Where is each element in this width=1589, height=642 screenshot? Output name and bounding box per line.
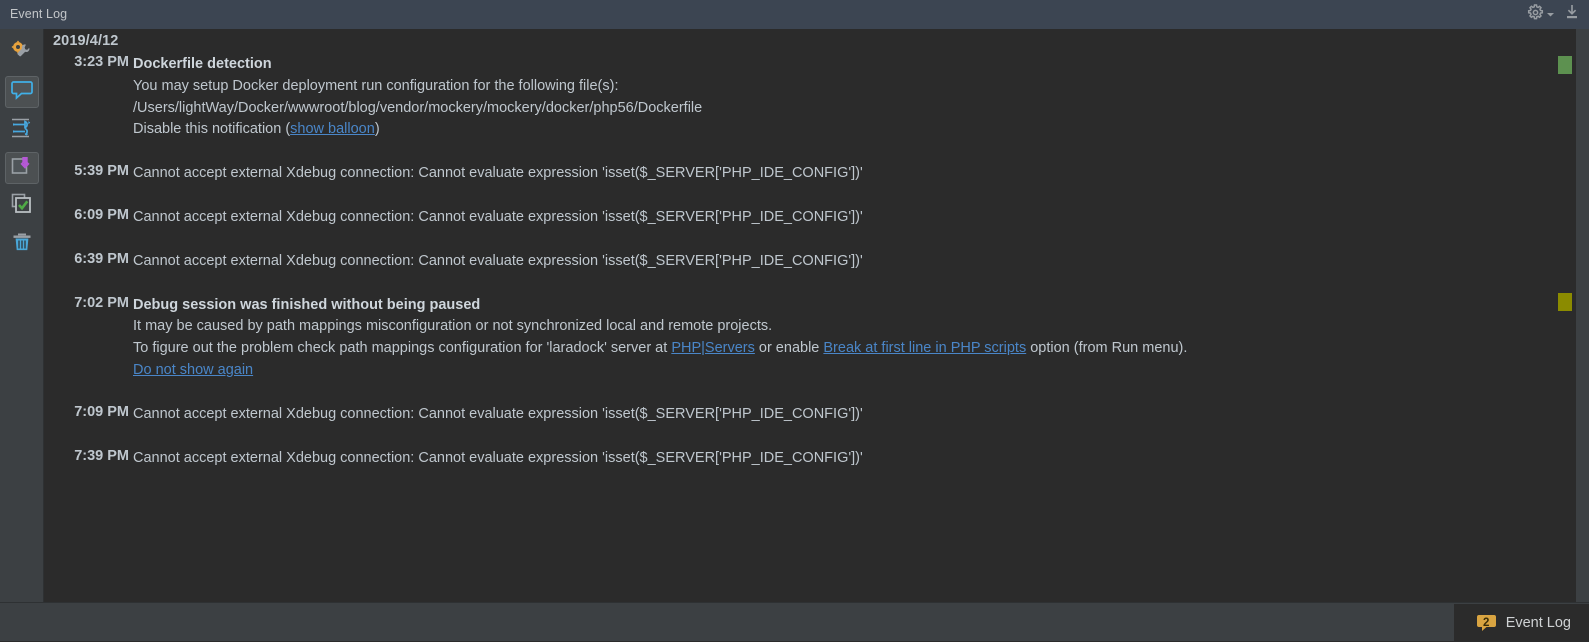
- log-date-header: 2019/4/12: [53, 33, 119, 49]
- settings-gear-button[interactable]: [1527, 3, 1555, 26]
- log-entry-link[interactable]: Do not show again: [133, 362, 253, 378]
- event-log-list[interactable]: 2019/4/12 3:23 PM Dockerfile detection You…: [45, 29, 1534, 602]
- toolstrip-item-mark-read[interactable]: [5, 190, 39, 222]
- log-entry-line: You may setup Docker deployment run conf…: [133, 76, 1528, 98]
- log-entry-timestamp: 7:09 PM: [74, 403, 129, 420]
- toolstrip: [0, 29, 44, 602]
- log-entry-line: Cannot accept external Xdebug connection…: [133, 448, 1528, 470]
- marker-gutter[interactable]: [1534, 29, 1576, 602]
- statusbar-event-log-widget[interactable]: 2 Event Log: [1453, 604, 1589, 642]
- titlebar-actions: [1527, 0, 1581, 29]
- log-entry-title: Debug session was finished without being…: [133, 296, 481, 313]
- collapse-down-arrow-icon: [11, 155, 33, 182]
- log-entry-text: Cannot accept external Xdebug connection…: [133, 252, 863, 269]
- vertical-scrollbar[interactable]: [1576, 29, 1589, 602]
- log-entry-timestamp: 5:39 PM: [74, 163, 129, 180]
- log-entry-line: Cannot accept external Xdebug connection…: [133, 207, 1528, 229]
- log-entry-timestamp: 6:09 PM: [74, 207, 129, 223]
- event-log-tool-window: Event Log 2019/4/12 3:23 PM Dockerfile d…: [0, 0, 1589, 642]
- log-entry-line: To figure out the problem check path map…: [133, 338, 1528, 360]
- event-log-balloon-badge: 2: [1476, 613, 1497, 634]
- log-entry-body: Cannot accept external Xdebug connection…: [133, 404, 1528, 426]
- log-entry-text: You may setup Docker deployment run conf…: [133, 77, 619, 94]
- log-entry-line: Cannot accept external Xdebug connection…: [133, 404, 1528, 426]
- log-entry-text: Cannot accept external Xdebug connection…: [133, 405, 863, 422]
- marker-info[interactable]: [1558, 56, 1572, 74]
- log-entry-line: Do not show again: [133, 360, 1528, 382]
- toolstrip-item-settings[interactable]: [5, 37, 39, 69]
- toolstrip-item-show-balloons[interactable]: [5, 76, 39, 108]
- log-entry-timestamp: 6:39 PM: [74, 250, 129, 267]
- checkbox-check-icon: [11, 193, 33, 220]
- statusbar-event-log-label: Event Log: [1505, 615, 1571, 631]
- log-entry-text: Cannot accept external Xdebug connection…: [133, 449, 863, 466]
- log-entry-timestamp: 3:23 PM: [74, 54, 129, 70]
- log-entry-body: Cannot accept external Xdebug connection…: [133, 163, 1528, 185]
- log-entry-text: option (from Run menu).: [1026, 340, 1188, 357]
- log-entry-text: /Users/lightWay/Docker/wwwroot/blog/vend…: [133, 99, 703, 116]
- log-entry-link[interactable]: PHP|Servers: [671, 340, 755, 356]
- log-entry-line: /Users/lightWay/Docker/wwwroot/blog/vend…: [133, 98, 1528, 120]
- export-log-button[interactable]: [1563, 3, 1581, 26]
- statusbar: 2 Event Log: [0, 602, 1589, 642]
- toolstrip-item-clear-all[interactable]: [5, 228, 39, 260]
- download-icon: [1563, 3, 1581, 26]
- toolstrip-item-collapse-expand[interactable]: [5, 152, 39, 184]
- log-entry-body: Cannot accept external Xdebug connection…: [133, 448, 1528, 470]
- gear-icon: [1527, 3, 1544, 26]
- log-entry-text: It may be caused by path mappings miscon…: [133, 318, 773, 335]
- speech-balloon-icon: [11, 79, 33, 106]
- log-entry-title: Dockerfile detection: [133, 56, 272, 72]
- log-entry-timestamp: 7:39 PM: [74, 447, 129, 464]
- event-log-count: 2: [1482, 617, 1490, 629]
- gear-wrench-icon: [10, 39, 34, 68]
- log-entry-text: To figure out the problem check path map…: [133, 340, 672, 357]
- log-entry-text: Cannot accept external Xdebug connection…: [133, 165, 863, 182]
- toolstrip-item-group-by-type[interactable]: [5, 114, 39, 146]
- log-entry-line: It may be caused by path mappings miscon…: [133, 316, 1528, 338]
- log-entry-link[interactable]: show balloon: [290, 121, 375, 137]
- marker-warning[interactable]: [1558, 293, 1572, 311]
- log-entry-body: Cannot accept external Xdebug connection…: [133, 207, 1528, 229]
- log-entry-line: Disable this notification (show balloon): [133, 119, 1528, 141]
- swap-arrows-icon: [10, 116, 34, 145]
- log-entry-text: Cannot accept external Xdebug connection…: [133, 209, 863, 225]
- log-entry-line: Cannot accept external Xdebug connection…: [133, 163, 1528, 185]
- window-title: Event Log: [10, 7, 68, 21]
- log-entry-timestamp: 7:02 PM: [74, 294, 129, 311]
- trash-can-icon: [11, 231, 33, 258]
- log-entry-body: Dockerfile detection You may setup Docker…: [133, 54, 1528, 141]
- log-entry-link[interactable]: Break at first line in PHP scripts: [823, 340, 1026, 356]
- titlebar: Event Log: [0, 0, 1589, 29]
- log-entry-line: Cannot accept external Xdebug connection…: [133, 251, 1528, 273]
- log-entry-text: ): [374, 121, 380, 138]
- log-entry-text: or enable: [754, 340, 824, 357]
- log-entry-text: Disable this notification (: [133, 121, 291, 138]
- log-entry-body: Debug session was finished without being…: [133, 295, 1528, 382]
- chevron-down-icon: [1546, 6, 1555, 24]
- log-entry-body: Cannot accept external Xdebug connection…: [133, 251, 1528, 273]
